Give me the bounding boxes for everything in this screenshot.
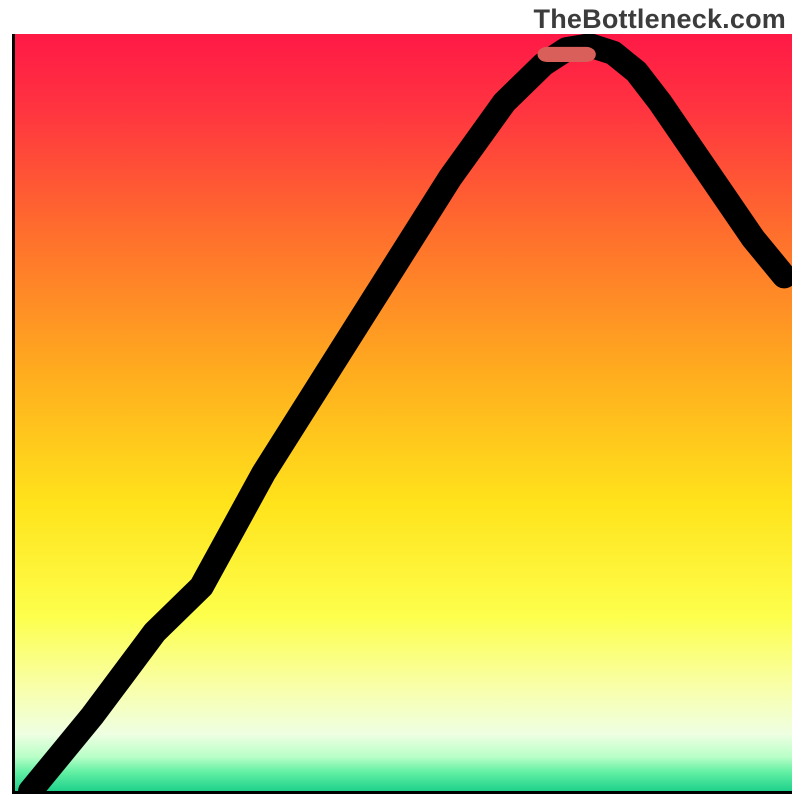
bottleneck-curve xyxy=(31,45,785,791)
plot-frame xyxy=(12,34,792,794)
plot-area xyxy=(15,34,792,791)
watermark-text: TheBottleneck.com xyxy=(534,4,786,35)
curve-layer xyxy=(15,34,792,791)
optimal-marker xyxy=(538,47,596,62)
chart-root: TheBottleneck.com xyxy=(0,0,800,800)
